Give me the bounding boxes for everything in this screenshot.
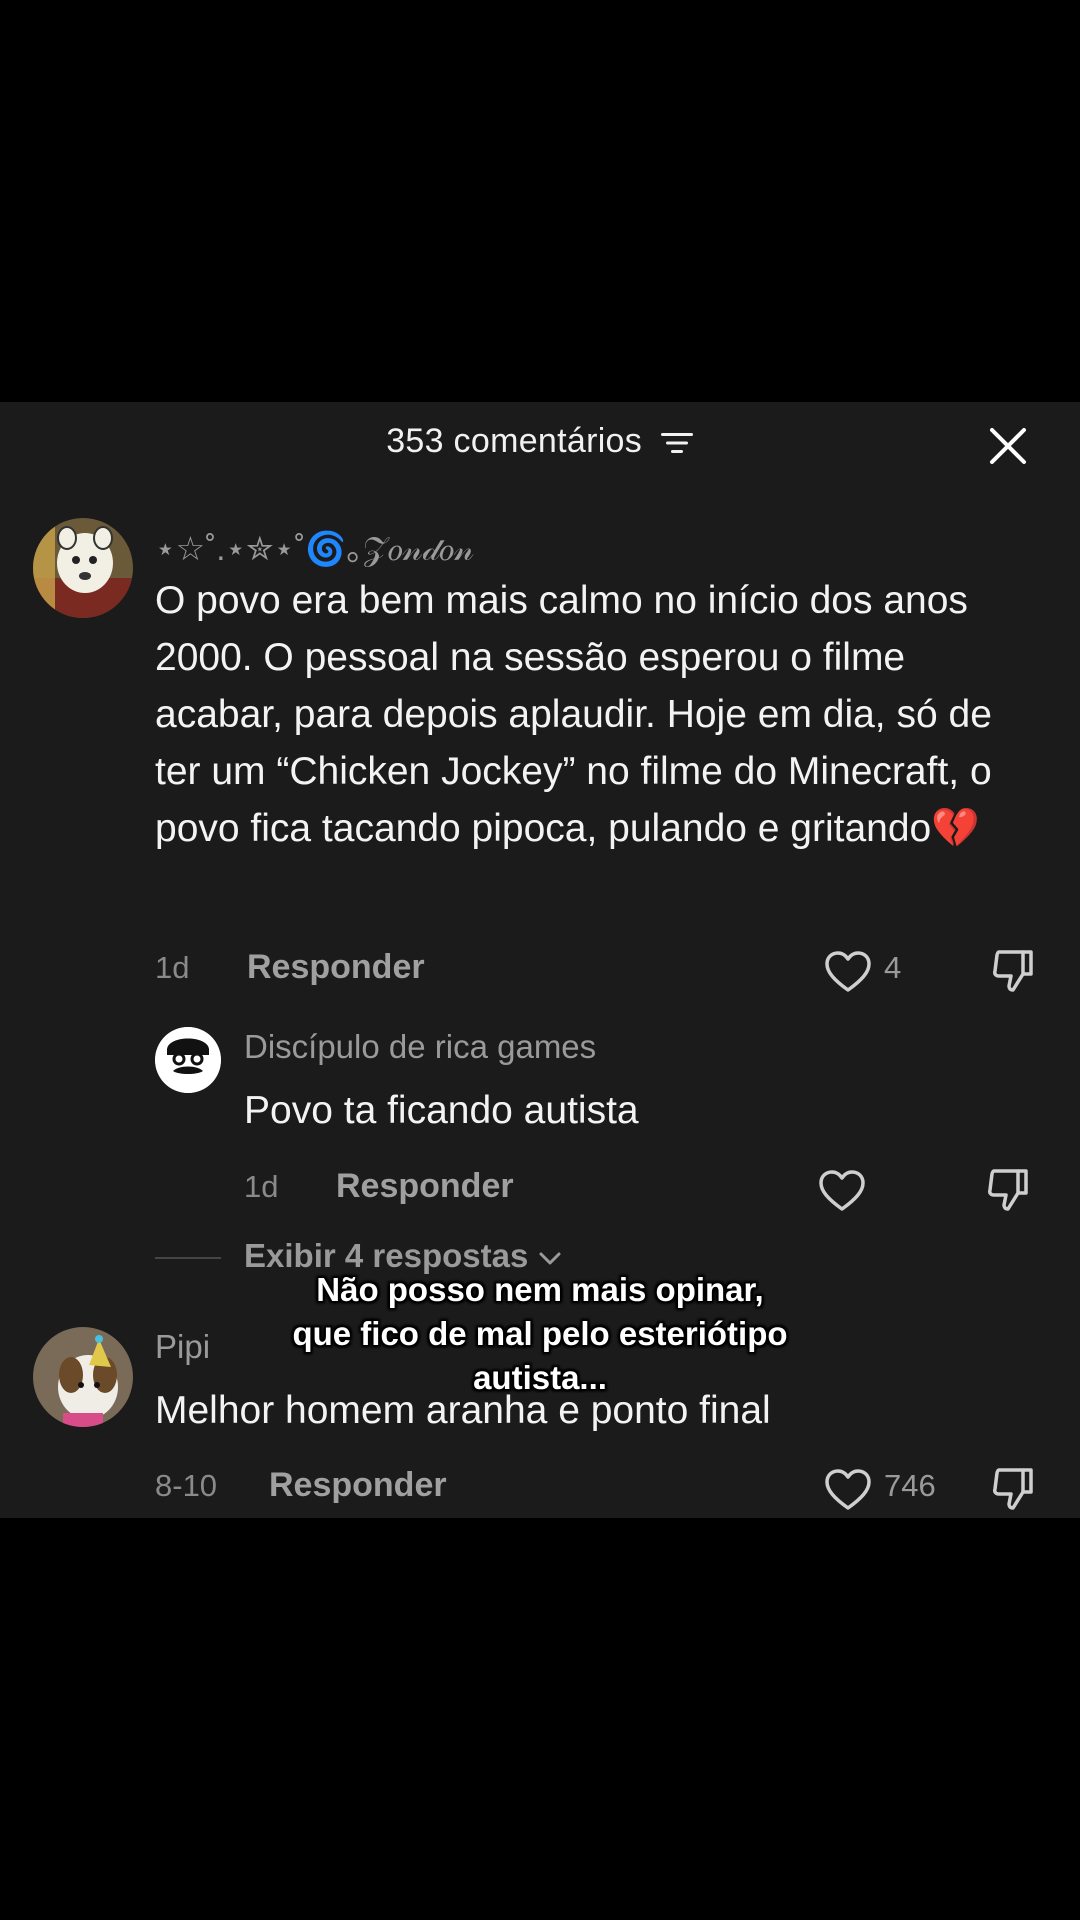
- video-caption: Não posso nem mais opinar, que fico de m…: [0, 1268, 1080, 1400]
- comment-time: 1d: [244, 1169, 279, 1204]
- heart-icon[interactable]: [824, 1468, 872, 1512]
- close-icon[interactable]: [986, 424, 1030, 468]
- sort-icon[interactable]: [660, 430, 694, 456]
- avatar[interactable]: [155, 1027, 221, 1093]
- reply-button[interactable]: Responder: [247, 948, 425, 987]
- comment-text: O povo era bem mais calmo no início dos …: [155, 579, 992, 850]
- heart-icon[interactable]: [818, 1169, 866, 1213]
- heart-icon[interactable]: [824, 950, 872, 994]
- reply-button[interactable]: Responder: [269, 1466, 447, 1505]
- comment-username[interactable]: ⋆☆˚.⋆✮⋆˚🌀｡𝒵𝑜𝓃𝒹𝑜𝓃: [155, 522, 474, 570]
- comment-time: 8-10: [155, 1468, 218, 1503]
- comments-header: 353 comentários: [0, 422, 1080, 461]
- like-count: 746: [884, 1468, 936, 1503]
- dislike-icon[interactable]: [989, 946, 1037, 994]
- comment-username[interactable]: Discípulo de rica games: [244, 1028, 596, 1066]
- avatar[interactable]: [33, 518, 133, 618]
- dislike-icon[interactable]: [984, 1165, 1032, 1213]
- reply-button[interactable]: Responder: [336, 1167, 514, 1206]
- chevron-down-icon: [539, 1252, 561, 1265]
- view-replies-divider: [155, 1257, 221, 1259]
- comments-count-title: 353 comentários: [386, 422, 643, 460]
- caption-line: Não posso nem mais opinar,: [316, 1271, 764, 1308]
- dislike-icon[interactable]: [989, 1464, 1037, 1512]
- caption-line: que fico de mal pelo esteriótipo: [292, 1315, 788, 1352]
- caption-line: autista...: [473, 1359, 607, 1396]
- comment-time: 1d: [155, 950, 190, 985]
- comment-text: Povo ta ficando autista: [244, 1089, 639, 1132]
- like-count: 4: [884, 950, 902, 985]
